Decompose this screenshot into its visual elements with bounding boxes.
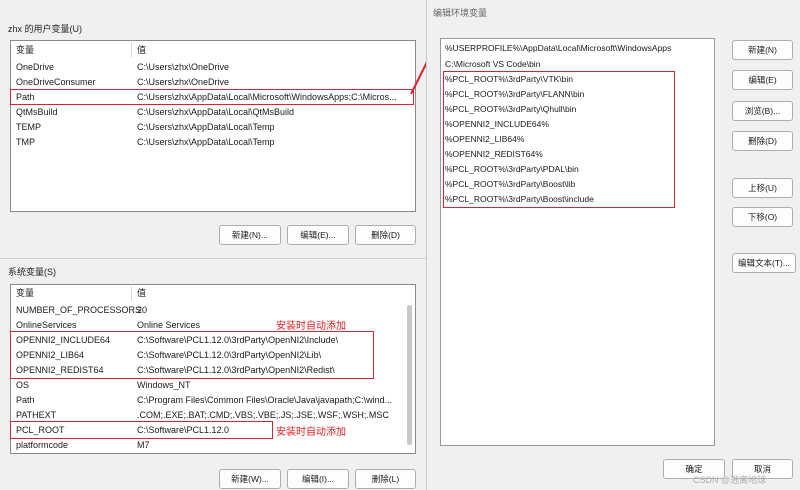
var-name: platformcode <box>16 440 69 450</box>
var-name: OS <box>16 380 30 390</box>
list-item[interactable]: C:\Microsoft VS Code\bin <box>445 57 540 72</box>
table-row[interactable]: platformcode M7 <box>11 438 415 453</box>
system-vars-title: 系统变量(S) <box>8 267 56 277</box>
user-edit-button[interactable]: 编辑(E)... <box>287 225 349 245</box>
table-row[interactable]: OS Windows_NT <box>11 378 415 393</box>
browse-button[interactable]: 浏览(B)... <box>732 101 793 121</box>
col-value-header[interactable]: 值 <box>137 43 146 58</box>
col-variable-header[interactable]: 变量 <box>16 43 34 58</box>
col-variable-header[interactable]: 变量 <box>16 286 34 301</box>
move-up-button[interactable]: 上移(U) <box>732 178 793 198</box>
var-name: TMP <box>16 137 35 147</box>
user-vars-title: zhx 的用户变量(U) <box>8 24 82 34</box>
edit-button[interactable]: 编辑(E) <box>732 70 793 90</box>
dialog-title: 编辑环境变量 <box>433 8 488 18</box>
user-vars-header: 变量 值 <box>11 43 415 58</box>
auto-added-annotation: 安装时自动添加 <box>276 321 346 332</box>
var-value: C:\Users\zhx\OneDrive <box>137 62 230 72</box>
pcl-root-highlight <box>10 421 273 439</box>
user-new-button[interactable]: 新建(N)... <box>219 225 281 245</box>
var-value: C:\Users\zhx\OneDrive <box>137 77 230 87</box>
system-edit-button[interactable]: 编辑(I)... <box>287 469 349 489</box>
var-value: Windows_NT <box>137 380 191 390</box>
vertical-scrollbar[interactable] <box>407 305 412 445</box>
openni2-vars-highlight <box>10 331 374 379</box>
var-value: C:\Users\zhx\AppData\Local\Temp <box>137 122 275 132</box>
table-row[interactable]: QtMsBuild C:\Users\zhx\AppData\Local\QtM… <box>11 105 415 120</box>
user-delete-button[interactable]: 删除(D) <box>355 225 416 245</box>
environment-variables-dialog: zhx 的用户变量(U) 变量 值 OneDrive C:\Users\zhx\… <box>0 0 426 490</box>
var-value: 20 <box>137 305 148 315</box>
system-delete-button[interactable]: 删除(L) <box>355 469 416 489</box>
system-new-button[interactable]: 新建(W)... <box>219 469 281 489</box>
var-name: OneDrive <box>16 62 55 72</box>
var-name: Path <box>16 395 35 405</box>
var-value: C:\Users\zhx\AppData\Local\QtMsBuild <box>137 107 295 117</box>
col-value-header[interactable]: 值 <box>137 286 146 301</box>
system-vars-header: 变量 值 <box>11 286 415 301</box>
new-button[interactable]: 新建(N) <box>732 40 793 60</box>
edit-environment-variable-dialog: 编辑环境变量 %USERPROFILE%\AppData\Local\Micro… <box>426 0 800 490</box>
var-name: OneDriveConsumer <box>16 77 96 87</box>
path-row-highlight <box>10 89 414 105</box>
list-item[interactable]: %USERPROFILE%\AppData\Local\Microsoft\Wi… <box>445 41 671 56</box>
pcl-paths-highlight <box>443 71 675 208</box>
table-row[interactable]: NUMBER_OF_PROCESSORS 20 <box>11 303 415 318</box>
auto-added-annotation: 安装时自动添加 <box>276 427 346 438</box>
delete-button[interactable]: 删除(D) <box>732 131 793 151</box>
var-value: C:\Users\zhx\AppData\Local\Temp <box>137 137 275 147</box>
move-down-button[interactable]: 下移(O) <box>732 207 793 227</box>
var-name: TEMP <box>16 122 42 132</box>
table-row[interactable]: Path C:\Program Files\Common Files\Oracl… <box>11 393 415 408</box>
var-value: C:\Program Files\Common Files\Oracle\Jav… <box>137 395 393 405</box>
table-row[interactable]: OneDriveConsumer C:\Users\zhx\OneDrive <box>11 75 415 90</box>
table-row[interactable]: TEMP C:\Users\zhx\AppData\Local\Temp <box>11 120 415 135</box>
table-row[interactable]: TMP C:\Users\zhx\AppData\Local\Temp <box>11 135 415 150</box>
var-name: NUMBER_OF_PROCESSORS <box>16 305 142 315</box>
var-value: M7 <box>137 440 150 450</box>
var-name: QtMsBuild <box>16 107 58 117</box>
edit-text-button[interactable]: 编辑文本(T)... <box>732 253 796 273</box>
table-row[interactable]: OneDrive C:\Users\zhx\OneDrive <box>11 60 415 75</box>
watermark: CSDN @逃离地球 <box>693 475 767 485</box>
user-vars-list[interactable]: 变量 值 OneDrive C:\Users\zhx\OneDrive OneD… <box>10 40 416 212</box>
